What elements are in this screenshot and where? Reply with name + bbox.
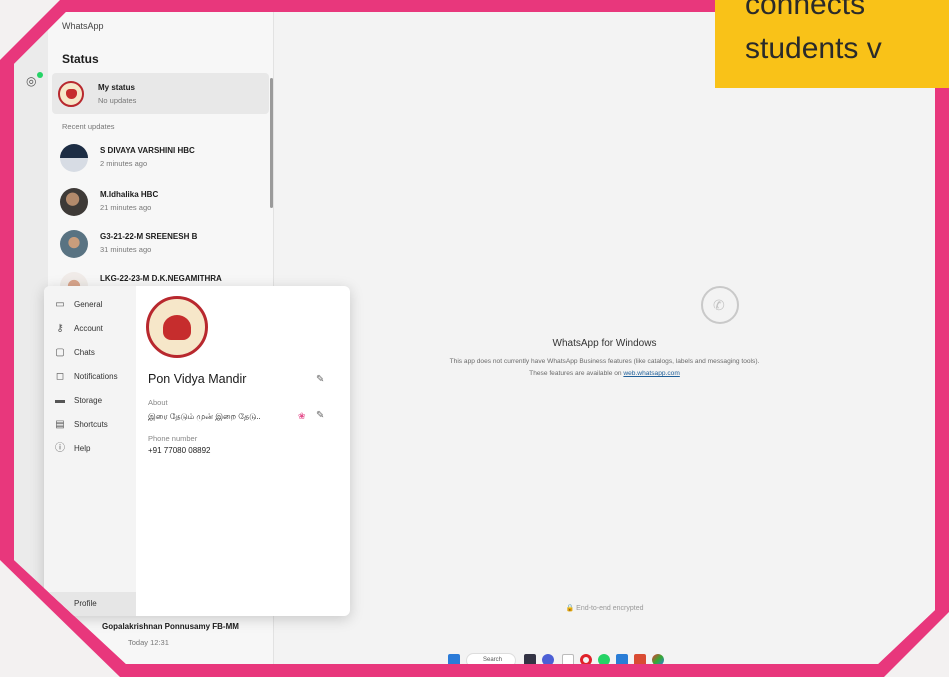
nav-label: Profile bbox=[74, 599, 97, 608]
nav-label: Storage bbox=[74, 396, 103, 405]
main-welcome-pane: ✆ WhatsApp for Windows This app does not… bbox=[274, 12, 935, 664]
status-update-item[interactable]: S DIVAYA VARSHINI HBC 2 minutes ago bbox=[48, 140, 268, 180]
status-indicator-dot bbox=[37, 72, 43, 78]
task-view-icon[interactable] bbox=[524, 654, 536, 664]
nav-label: Chats bbox=[74, 348, 95, 357]
nav-label: Account bbox=[74, 324, 103, 333]
about-value: இரை தேடும் முன் இறை தேடு.. bbox=[148, 412, 261, 421]
app-window: ◎ WhatsApp Status My status No updates R… bbox=[14, 12, 935, 664]
welcome-availability: These features are available on web.what… bbox=[274, 370, 935, 377]
settings-nav-help[interactable]: ⓘ Help bbox=[44, 438, 136, 462]
key-icon: ⚷ bbox=[56, 323, 64, 334]
edit-name-pencil-icon[interactable]: ✎ bbox=[316, 374, 324, 385]
storage-icon: ▬ bbox=[55, 395, 65, 406]
profile-name: Pon Vidya Mandir bbox=[148, 372, 247, 386]
welcome-title: WhatsApp for Windows bbox=[552, 338, 657, 349]
edit-about-pencil-icon[interactable]: ✎ bbox=[316, 410, 324, 421]
screenshot-stage: ◎ WhatsApp Status My status No updates R… bbox=[0, 0, 949, 677]
nav-label: General bbox=[74, 300, 103, 309]
update-name: LKG-22-23-M D.K.NEGAMITHRA bbox=[100, 274, 222, 283]
status-title: Status bbox=[62, 52, 99, 66]
nav-label: Help bbox=[74, 444, 91, 453]
my-status-name: My status bbox=[98, 83, 135, 92]
whatsapp-taskbar-icon[interactable] bbox=[598, 654, 610, 664]
about-label: About bbox=[148, 398, 168, 407]
encryption-text: End-to-end encrypted bbox=[576, 605, 644, 612]
whatsapp-logo-icon: ✆ bbox=[701, 286, 739, 324]
settings-nav-general[interactable]: ▭ General bbox=[44, 294, 136, 318]
update-time: 2 minutes ago bbox=[100, 159, 148, 168]
info-icon: ⓘ bbox=[55, 443, 65, 454]
encryption-note: 🔒 End-to-end encrypted bbox=[565, 605, 644, 612]
update-name: S DIVAYA VARSHINI HBC bbox=[100, 146, 195, 155]
update-time: 31 minutes ago bbox=[100, 245, 152, 254]
taskbar-search-label: Search bbox=[483, 657, 503, 663]
settings-nav-chats[interactable]: ▢ Chats bbox=[44, 342, 136, 366]
settings-nav-account[interactable]: ⚷ Account bbox=[44, 318, 136, 342]
banner-line-1: connects bbox=[745, 0, 866, 21]
recent-updates-label: Recent updates bbox=[62, 122, 115, 131]
opera-icon[interactable] bbox=[580, 654, 592, 664]
powerpoint-icon[interactable] bbox=[634, 654, 646, 664]
profile-panel: Pon Vidya Mandir ✎ About இரை தேடும் முன்… bbox=[136, 286, 350, 616]
copilot-icon[interactable] bbox=[542, 654, 554, 664]
phone-value: +91 77080 08892 bbox=[148, 446, 211, 455]
settings-nav-storage[interactable]: ▬ Storage bbox=[44, 390, 136, 414]
file-icon[interactable] bbox=[562, 654, 574, 664]
update-name: M.Idhalika HBC bbox=[100, 190, 159, 199]
chat-bubbles-icon: ▢ bbox=[55, 347, 65, 358]
laptop-icon: ▭ bbox=[55, 299, 65, 310]
yellow-banner: connects students v bbox=[715, 0, 949, 88]
update-time: 21 minutes ago bbox=[100, 203, 152, 212]
settings-popup: ▭ General ⚷ Account ▢ Chats ◻ Notifications … bbox=[44, 286, 350, 616]
update-name: G3-21-22-M SREENESH B bbox=[100, 232, 198, 241]
settings-nav-shortcuts[interactable]: ▤ Shortcuts bbox=[44, 414, 136, 438]
my-status-item[interactable]: My status No updates bbox=[52, 73, 269, 114]
chrome-icon[interactable] bbox=[652, 654, 664, 664]
status-update-item[interactable]: M.Idhalika HBC 21 minutes ago bbox=[48, 184, 268, 224]
app-icon[interactable] bbox=[616, 654, 628, 664]
web-whatsapp-link[interactable]: web.whatsapp.com bbox=[623, 370, 679, 377]
banner-line-2: students v bbox=[745, 32, 882, 65]
profile-photo[interactable] bbox=[146, 296, 208, 358]
phone-label: Phone number bbox=[148, 434, 198, 443]
avatar bbox=[60, 144, 88, 172]
nav-label: Notifications bbox=[74, 372, 118, 381]
nav-label: Shortcuts bbox=[74, 420, 108, 429]
bottom-contact-name[interactable]: Gopalakrishnan Ponnusamy FB-MM bbox=[102, 622, 239, 631]
windows-start-icon[interactable] bbox=[448, 654, 460, 664]
my-status-avatar bbox=[58, 81, 84, 107]
status-scrollbar[interactable] bbox=[270, 78, 273, 208]
bottom-contact-time: Today 12:31 bbox=[128, 638, 169, 647]
avatar bbox=[60, 230, 88, 258]
windows-taskbar: Search bbox=[444, 652, 764, 664]
app-name: WhatsApp bbox=[62, 21, 104, 31]
welcome-availability-text: These features are available on bbox=[529, 370, 624, 377]
welcome-description: This app does not currently have WhatsAp… bbox=[449, 358, 760, 365]
settings-nav-notifications[interactable]: ◻ Notifications bbox=[44, 366, 136, 390]
taskbar-search[interactable]: Search bbox=[466, 653, 516, 664]
avatar bbox=[60, 188, 88, 216]
status-update-item[interactable]: G3-21-22-M SREENESH B 31 minutes ago bbox=[48, 226, 268, 266]
my-status-sub: No updates bbox=[98, 96, 137, 105]
keyboard-icon: ▤ bbox=[55, 419, 65, 430]
bell-icon: ◻ bbox=[55, 371, 65, 382]
settings-nav: ▭ General ⚷ Account ▢ Chats ◻ Notifications … bbox=[44, 286, 136, 616]
flower-emoji-icon: ❀ bbox=[298, 411, 306, 421]
